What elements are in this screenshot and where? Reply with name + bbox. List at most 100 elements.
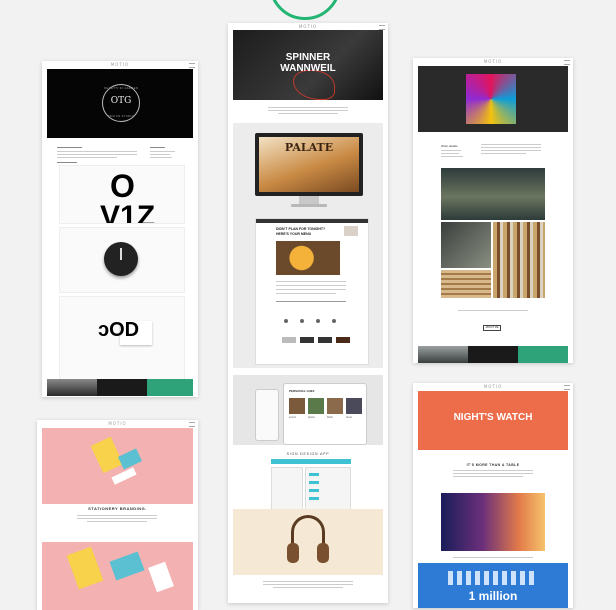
hero-title-line2: WANNWEIL [280, 63, 336, 74]
phone-mockup [255, 389, 279, 441]
stationery-bag [66, 546, 104, 590]
form-chip[interactable] [309, 489, 319, 492]
hero-section [418, 66, 568, 132]
text-line [57, 147, 82, 148]
sub-title: IT'S MORE THAN A TABLE [466, 463, 520, 467]
form-title: SIGN DESIGN APP [286, 452, 330, 456]
article-topbar [256, 219, 368, 223]
menu-icon[interactable] [189, 422, 195, 427]
hero-section: SPINNER WANNWEIL [233, 30, 383, 100]
card-letters: ɔOD [98, 319, 140, 341]
text-line [57, 154, 137, 155]
stationery-bag [90, 436, 124, 474]
text-line [150, 154, 170, 155]
people-icons [448, 571, 538, 585]
footer-dark [97, 379, 147, 396]
text-line [441, 156, 463, 157]
monitor-title: PALATE [284, 141, 334, 154]
clock-hand [120, 248, 122, 260]
text-line [273, 587, 343, 588]
work-card-cards[interactable]: ɔOD [59, 296, 185, 380]
menu-icon[interactable] [189, 63, 195, 68]
gallery-image[interactable] [441, 168, 545, 220]
text-line [268, 107, 348, 108]
portfolio-preview-stationery[interactable]: MOTIO STATIONERY BRANDING. [37, 420, 198, 610]
showcase-devices[interactable]: PERSONAL CHEF Lorem Ipsum Dolor Amet [233, 375, 383, 445]
gallery-image[interactable] [493, 222, 545, 298]
showcase-headphones[interactable] [233, 509, 383, 575]
text-line [150, 157, 172, 158]
article-thumb [344, 226, 358, 236]
stat-value: 1 million [468, 589, 518, 603]
monitor-base [291, 204, 327, 207]
form-chip[interactable] [309, 497, 319, 500]
about-button[interactable]: ABOUT ME [483, 325, 501, 331]
tablet-photo [289, 398, 305, 414]
share-twitter-icon[interactable] [284, 319, 288, 323]
monitor-stand [299, 196, 319, 204]
frame-logo: MOTIO [110, 62, 130, 67]
text-line [268, 110, 348, 111]
gallery-image[interactable] [441, 222, 491, 268]
menu-icon[interactable] [564, 385, 570, 390]
tablet-item-label: Amet [346, 416, 352, 419]
app-badge[interactable] [336, 337, 350, 343]
form-chip[interactable] [309, 473, 319, 476]
text-line [77, 518, 157, 519]
brand-ring-icon [269, 0, 341, 20]
hero-title: NIGHT'S WATCH [453, 412, 533, 423]
portfolio-preview-nights-watch[interactable]: MOTIO NIGHT'S WATCH IT'S MORE THAN A TAB… [413, 383, 573, 608]
frame-header: MOTIO [42, 61, 198, 69]
form-chip[interactable] [309, 481, 319, 484]
big-letters-cut: V1Z [100, 200, 156, 224]
mobile-app-title: PERSONAL CHEF [289, 389, 315, 393]
footer-accent [518, 346, 568, 363]
section-label: Work details [441, 144, 458, 148]
text-line [263, 581, 353, 582]
text-line [276, 301, 346, 302]
app-badge[interactable] [282, 337, 296, 343]
tablet-item-label: Lorem [289, 416, 297, 419]
frame-header: MOTIO [413, 383, 573, 391]
work-card-typography[interactable]: O V1Z [59, 165, 185, 224]
text-line [453, 476, 523, 477]
frame-header: MOTIO [413, 58, 573, 66]
app-badge[interactable] [318, 337, 332, 343]
share-facebook-icon[interactable] [300, 319, 304, 323]
footer-accent [147, 379, 193, 396]
text-line [276, 285, 346, 286]
tablet-photo [346, 398, 362, 414]
portfolio-preview-spinner[interactable]: MOTIO SPINNER WANNWEIL PALATE DIDN'T PLA… [228, 23, 388, 603]
showcase-monitor[interactable]: PALATE DIDN'T PLAN FOR TONIGHT? HERE'S Y… [233, 123, 383, 368]
portfolio-preview-otg[interactable]: MOTIO OTG OGGETTI DI GARDEN DESIGN STUDI… [42, 61, 198, 397]
share-email-icon[interactable] [332, 319, 336, 323]
menu-icon[interactable] [564, 60, 570, 65]
work-card-clock[interactable] [59, 227, 185, 293]
text-line [481, 147, 541, 148]
gallery-image[interactable] [441, 493, 545, 551]
hero-artwork [466, 74, 516, 124]
text-line [481, 150, 541, 151]
form-accent [271, 459, 351, 464]
gallery-image[interactable] [441, 270, 491, 298]
frame-logo: MOTIO [483, 59, 503, 64]
text-line [276, 281, 346, 282]
text-line [441, 153, 459, 154]
red-thread [293, 70, 335, 100]
stationery-card [111, 467, 137, 485]
hero-logo: OTG [110, 96, 132, 106]
hero-section: OTG OGGETTI DI GARDEN DESIGN STUDIO [47, 69, 193, 138]
text-line [481, 144, 541, 145]
share-instagram-icon[interactable] [316, 319, 320, 323]
text-line [276, 293, 336, 294]
text-line [453, 473, 533, 474]
text-line [57, 162, 77, 163]
headphones-ear-right [317, 543, 329, 563]
text-line [263, 584, 353, 585]
hero-section [42, 428, 193, 504]
hero-subtitle: DESIGN STUDIO [107, 115, 135, 118]
article-image [276, 241, 340, 275]
article-page: DIDN'T PLAN FOR TONIGHT? HERE'S YOUR MEN… [255, 218, 369, 365]
portfolio-preview-art[interactable]: MOTIO Work details ABOUT ME [413, 58, 573, 363]
app-badge[interactable] [300, 337, 314, 343]
